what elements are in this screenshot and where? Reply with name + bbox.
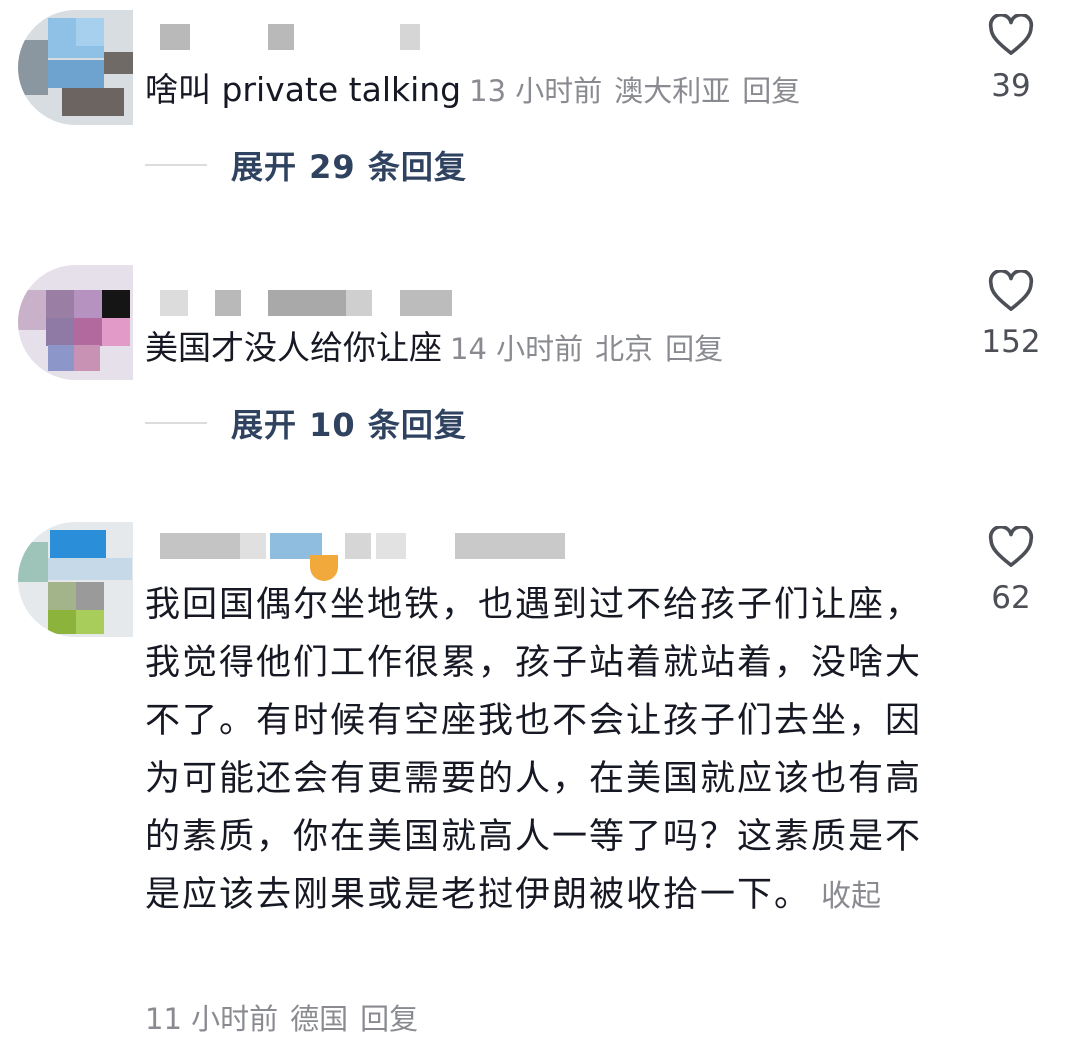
expand-replies-label: 展开 10 条回复 (231, 406, 467, 444)
comment-meta: 13 小时前 澳大利亚 回复 (469, 74, 812, 108)
location: 北京 (595, 332, 654, 366)
username-redacted[interactable] (160, 533, 580, 581)
like-count: 152 (981, 324, 1041, 360)
reply-button[interactable]: 回复 (360, 1002, 418, 1036)
like-count: 62 (991, 580, 1031, 616)
like-button[interactable]: 39 (978, 14, 1044, 104)
expand-replies-button[interactable]: 展开 10 条回复 (145, 403, 467, 444)
username-redacted[interactable] (160, 24, 460, 54)
heart-outline-icon (988, 526, 1034, 567)
timestamp: 13 小时前 (469, 74, 603, 108)
divider-line (145, 422, 207, 424)
divider-line (145, 164, 207, 166)
timestamp: 14 小时前 (450, 332, 584, 366)
comment-meta: 11 小时前 德国 回复 (145, 996, 430, 1038)
comment-body: 啥叫 private talking (145, 70, 462, 109)
comment-text: 我回国偶尔坐地铁，也遇到过不给孩子们让座，我觉得他们工作很累，孩子站着就站着，没… (145, 576, 925, 926)
heart-outline-icon (988, 14, 1034, 55)
comment-meta: 14 小时前 北京 回复 (450, 332, 735, 366)
comment-body: 我回国偶尔坐地铁，也遇到过不给孩子们让座，我觉得他们工作很累，孩子站着就站着，没… (145, 585, 923, 915)
avatar[interactable] (18, 522, 133, 637)
location: 澳大利亚 (614, 74, 731, 108)
reply-button[interactable]: 回复 (665, 332, 723, 366)
location: 德国 (290, 1002, 349, 1036)
like-count: 39 (991, 68, 1031, 104)
username-redacted[interactable] (160, 290, 560, 320)
expand-replies-label: 展开 29 条回复 (231, 148, 467, 186)
heart-outline-icon (988, 270, 1034, 311)
avatar[interactable] (18, 10, 133, 125)
collapse-button[interactable]: 收起 (821, 879, 881, 914)
like-button[interactable]: 62 (978, 526, 1044, 616)
expand-replies-button[interactable]: 展开 29 条回复 (145, 145, 467, 186)
reply-button[interactable]: 回复 (742, 74, 800, 108)
like-button[interactable]: 152 (978, 270, 1044, 360)
comment-text: 美国才没人给你让座 14 小时前 北京 回复 (145, 328, 735, 369)
avatar[interactable] (18, 265, 133, 380)
comment-text: 啥叫 private talking 13 小时前 澳大利亚 回复 (145, 70, 812, 111)
timestamp: 11 小时前 (145, 1002, 279, 1036)
comment-body: 美国才没人给你让座 (145, 328, 442, 367)
